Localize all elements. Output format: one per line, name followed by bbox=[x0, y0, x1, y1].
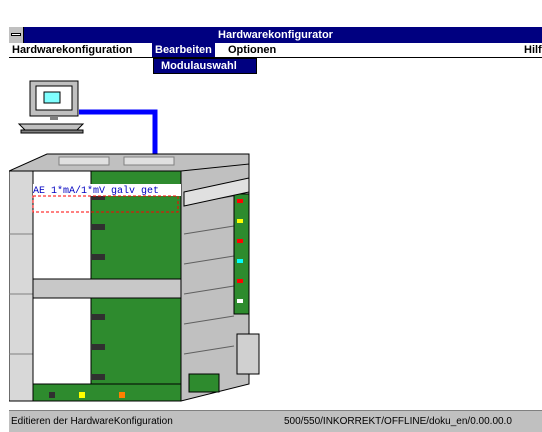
menu-hilfe[interactable]: Hilf bbox=[521, 43, 542, 57]
bearbeiten-dropdown: Modulauswahl bbox=[153, 58, 257, 74]
menu-bearbeiten[interactable]: Bearbeiten bbox=[152, 43, 215, 57]
menu-optionen[interactable]: Optionen bbox=[225, 43, 279, 57]
system-menu-button[interactable] bbox=[9, 27, 24, 43]
status-bar: Editieren der HardwareKonfiguration 500/… bbox=[9, 410, 542, 432]
status-info: 500/550/INKORREKT/OFFLINE/doku_en/0.00.0… bbox=[284, 416, 512, 427]
application-window: Hardwarekonfigurator Hardwarekonfigurati… bbox=[9, 27, 542, 432]
menu-item-modulauswahl[interactable]: Modulauswahl bbox=[154, 59, 256, 73]
menu-hardwarekonfiguration[interactable]: Hardwarekonfiguration bbox=[9, 43, 135, 57]
module-label[interactable]: AE 1*mA/1*mV galv get bbox=[33, 185, 159, 197]
status-message: Editieren der HardwareKonfiguration bbox=[11, 416, 173, 427]
title-bar: Hardwarekonfigurator bbox=[9, 27, 542, 43]
system-menu-icon bbox=[11, 33, 21, 36]
computer-icon[interactable] bbox=[17, 80, 85, 134]
menu-bar: Hardwarekonfiguration Bearbeiten Optione… bbox=[9, 43, 542, 58]
window-title: Hardwarekonfigurator bbox=[218, 29, 333, 41]
hardware-canvas: AE 1*mA/1*mV galv get bbox=[9, 80, 260, 402]
